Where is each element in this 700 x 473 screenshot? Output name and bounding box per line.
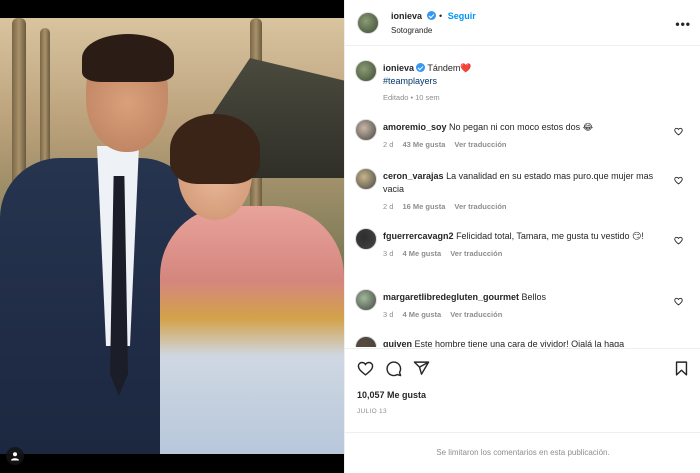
share-icon[interactable] — [413, 360, 430, 377]
commenter-avatar[interactable] — [355, 228, 377, 250]
comment-likes[interactable]: 16 Me gusta — [402, 202, 445, 211]
comment-body: amoremio_soy No pegan ni con moco estos … — [383, 121, 673, 151]
separator-dot: • — [410, 93, 414, 102]
author-avatar[interactable] — [355, 60, 377, 82]
translate-link[interactable]: Ver traducción — [454, 140, 506, 149]
heart-icon[interactable] — [357, 360, 374, 377]
user-tag-icon — [11, 452, 19, 461]
photo-panel — [0, 0, 344, 473]
comment-body: fguerrercavagn2 Felicidad total, Tamara,… — [383, 230, 673, 260]
commenter-username[interactable]: ceron_varajas — [383, 171, 444, 181]
comment-body: ceron_varajas La vanalidad en su estado … — [383, 170, 673, 213]
post-date[interactable]: JULIO 13 — [357, 408, 387, 415]
comment-text: Felicidad total, Tamara, me gusta tu ves… — [456, 231, 644, 241]
post-side-panel: ionieva • Seguir Sotogrande ••• ionieva … — [344, 0, 700, 473]
comments-list[interactable]: ionieva Tándem❤️ #teamplayers Editado • 10… — [345, 47, 700, 347]
more-icon[interactable]: ••• — [675, 17, 691, 31]
comment-likes[interactable]: 4 Me gusta — [402, 310, 441, 319]
comment-icon[interactable] — [385, 360, 402, 377]
likes-count[interactable]: 10,057 Me gusta — [357, 390, 426, 400]
comments-limited-notice: Se limitaron los comentarios en esta pub… — [345, 432, 700, 473]
caption-age: 10 sem — [415, 93, 440, 102]
woman-dress — [160, 206, 344, 454]
comment-age[interactable]: 2 d — [383, 202, 393, 211]
comment-body: margaretlibredegluten_gourmet Bellos 3 d 4… — [383, 291, 673, 321]
translate-link[interactable]: Ver traducción — [454, 202, 506, 211]
author-avatar[interactable] — [357, 12, 379, 34]
commenter-username[interactable]: margaretlibredegluten_gourmet — [383, 292, 519, 302]
comment-likes[interactable]: 43 Me gusta — [402, 140, 445, 149]
commenter-username[interactable]: quiven — [383, 339, 412, 347]
author-username[interactable]: ionieva — [391, 11, 422, 21]
caption-username[interactable]: ionieva — [383, 63, 414, 73]
caption-edited: Editado — [383, 93, 409, 102]
action-bar — [355, 360, 691, 380]
commenter-avatar[interactable] — [355, 289, 377, 311]
comment-like-icon[interactable] — [674, 297, 683, 306]
instagram-post: ionieva • Seguir Sotogrande ••• ionieva … — [0, 0, 700, 473]
comment-age[interactable]: 3 d — [383, 249, 393, 258]
comment-age[interactable]: 2 d — [383, 140, 393, 149]
comment-likes[interactable]: 4 Me gusta — [402, 249, 441, 258]
follow-button[interactable]: Seguir — [448, 11, 476, 21]
separator-dot: • — [439, 11, 443, 21]
commenter-username[interactable]: amoremio_soy — [383, 122, 447, 132]
user-tag-button[interactable] — [6, 447, 24, 465]
verified-icon — [416, 63, 426, 72]
divider — [345, 348, 700, 349]
translate-link[interactable]: Ver traducción — [450, 310, 502, 319]
post-header: ionieva • Seguir Sotogrande ••• — [345, 0, 700, 46]
comment-body: quiven Este hombre tiene una cara de viv… — [383, 338, 673, 347]
caption-text: Tándem — [427, 63, 461, 73]
verified-icon — [426, 11, 436, 20]
comment-age[interactable]: 3 d — [383, 310, 393, 319]
comment-text: No pegan ni con moco estos dos 😂 — [449, 122, 594, 132]
commenter-avatar[interactable] — [355, 168, 377, 190]
comment-text: Este hombre tiene una cara de vividor! O… — [414, 339, 625, 347]
man-hair — [82, 34, 174, 82]
commenter-username[interactable]: fguerrercavagn2 — [383, 231, 454, 241]
comment-like-icon[interactable] — [674, 236, 683, 245]
woman-hair — [170, 114, 260, 184]
translate-link[interactable]: Ver traducción — [450, 249, 502, 258]
commenter-avatar[interactable] — [355, 119, 377, 141]
commenter-avatar[interactable] — [355, 336, 377, 347]
comment-like-icon[interactable] — [674, 176, 683, 185]
author-line: ionieva • Seguir — [391, 11, 476, 21]
comment-like-icon[interactable] — [674, 127, 683, 136]
bookmark-icon[interactable] — [673, 360, 690, 377]
caption-body: ionieva Tándem❤️ #teamplayers Editado • 10… — [383, 62, 673, 104]
heart-emoji: ❤️ — [460, 63, 472, 73]
location-link[interactable]: Sotogrande — [391, 26, 432, 35]
comment-text: Bellos — [521, 292, 547, 302]
post-photo[interactable] — [0, 18, 344, 454]
hashtag-link[interactable]: #teamplayers — [383, 76, 437, 86]
